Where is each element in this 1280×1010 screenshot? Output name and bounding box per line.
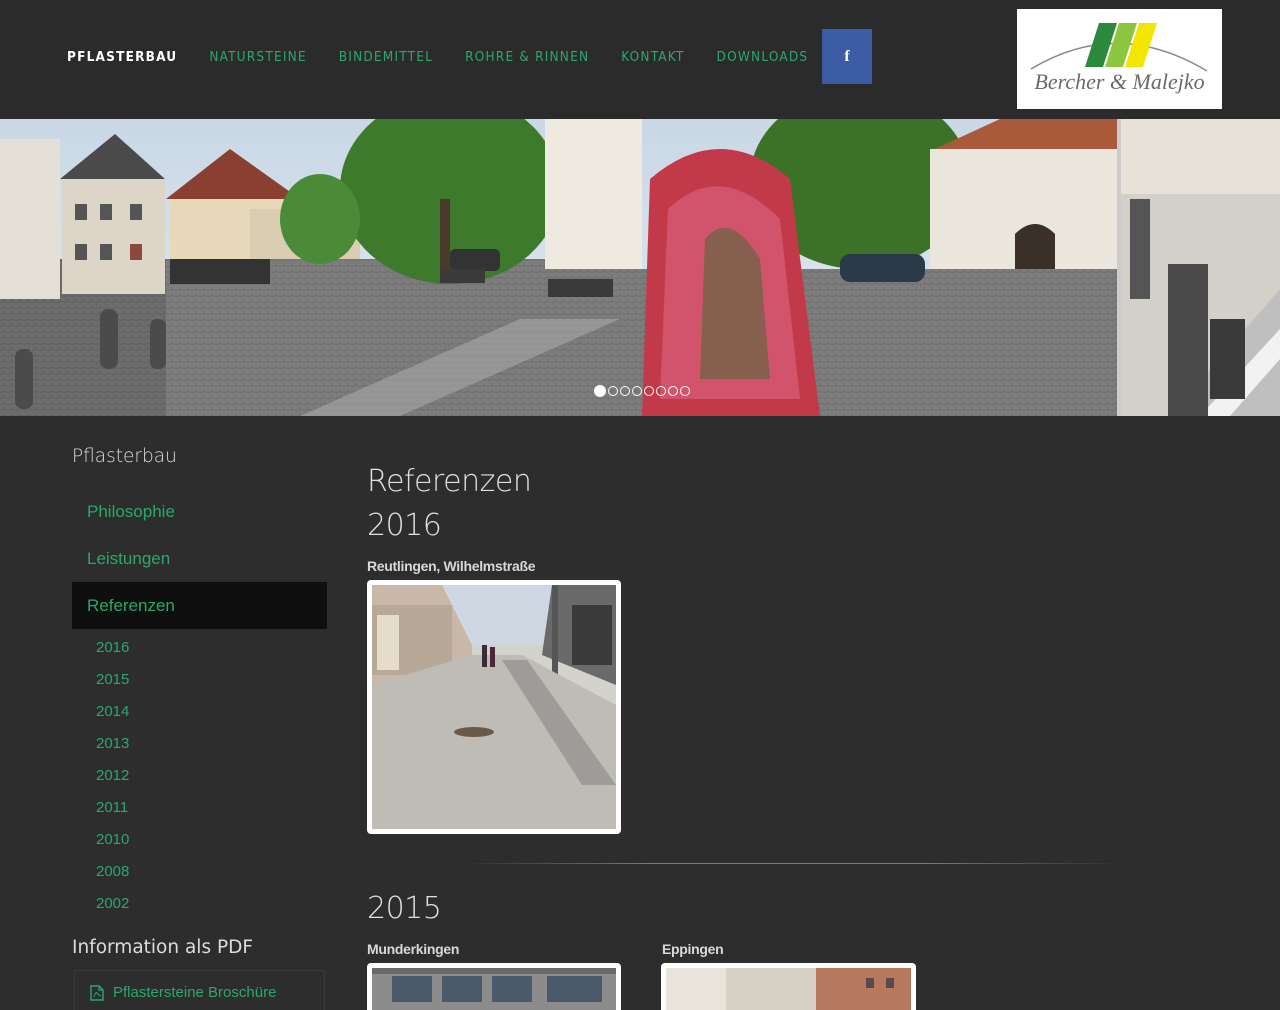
sidebar-year-2010[interactable]: 2010 (96, 831, 129, 849)
sidebar-year-2016[interactable]: 2016 (96, 639, 129, 657)
project-thumbnail[interactable] (661, 963, 916, 1010)
project-caption: Reutlingen, Wilhelmstraße (367, 558, 536, 574)
sidebar-year-2012[interactable]: 2012 (96, 767, 129, 785)
slider-dot[interactable] (608, 386, 618, 396)
logo-text: Bercher & Malejko (1034, 69, 1205, 94)
slider-image (0, 119, 1280, 416)
nav-bindemittel[interactable]: BINDEMITTEL (339, 48, 433, 66)
company-logo[interactable]: Bercher & Malejko (1017, 9, 1222, 109)
sidebar-year-2013[interactable]: 2013 (96, 735, 129, 753)
slider-dot[interactable] (632, 386, 642, 396)
pdf-section-title: Information als PDF (72, 937, 254, 958)
main-nav: PFLASTERBAU NATURSTEINE BINDEMITTEL ROHR… (67, 48, 840, 66)
project-caption: Munderkingen (367, 941, 460, 957)
slider-dots (594, 385, 690, 397)
project-thumbnail[interactable] (367, 963, 621, 1010)
nav-natursteine[interactable]: NATURSTEINE (209, 48, 306, 66)
sidebar-year-2015[interactable]: 2015 (96, 671, 129, 689)
facebook-icon: f (844, 47, 850, 65)
sidebar-item-philosophie[interactable]: Philosophie (72, 488, 327, 535)
slider-dot[interactable] (644, 386, 654, 396)
site-header: PFLASTERBAU NATURSTEINE BINDEMITTEL ROHR… (0, 0, 1280, 119)
nav-kontakt[interactable]: KONTAKT (621, 48, 684, 66)
pdf-link-label: Pflastersteine Broschüre (113, 984, 277, 1001)
sidebar-year-2014[interactable]: 2014 (96, 703, 129, 721)
nav-pflasterbau[interactable]: PFLASTERBAU (67, 48, 177, 66)
slider-dot[interactable] (668, 386, 678, 396)
nav-rohre-rinnen[interactable]: ROHRE & RINNEN (465, 48, 589, 66)
project-caption: Eppingen (662, 941, 724, 957)
slider-dot[interactable] (594, 385, 606, 397)
section-divider (460, 863, 1120, 864)
sidebar-item-referenzen[interactable]: Referenzen (72, 582, 327, 629)
sidebar-year-2008[interactable]: 2008 (96, 863, 129, 881)
slider-dot[interactable] (680, 386, 690, 396)
sidebar-year-2002[interactable]: 2002 (96, 895, 129, 913)
sidebar-item-leistungen[interactable]: Leistungen (72, 535, 327, 582)
project-photo (372, 585, 616, 829)
sidebar-title: Pflasterbau (72, 446, 177, 467)
slider-dot[interactable] (620, 386, 630, 396)
image-slider[interactable] (0, 119, 1280, 416)
section-year-2016: 2016 (367, 508, 442, 543)
page-title: Referenzen (367, 464, 532, 499)
slider-dot[interactable] (656, 386, 666, 396)
sidebar-year-2011[interactable]: 2011 (96, 799, 128, 817)
project-photo (666, 968, 911, 1010)
pdf-file-icon (90, 984, 104, 1001)
section-year-2015: 2015 (367, 891, 442, 926)
project-photo (372, 968, 616, 1010)
facebook-button[interactable]: f (822, 29, 872, 84)
pdf-brochure-link[interactable]: Pflastersteine Broschüre (90, 984, 276, 1001)
nav-downloads[interactable]: DOWNLOADS (717, 48, 809, 66)
project-thumbnail[interactable] (367, 580, 621, 834)
